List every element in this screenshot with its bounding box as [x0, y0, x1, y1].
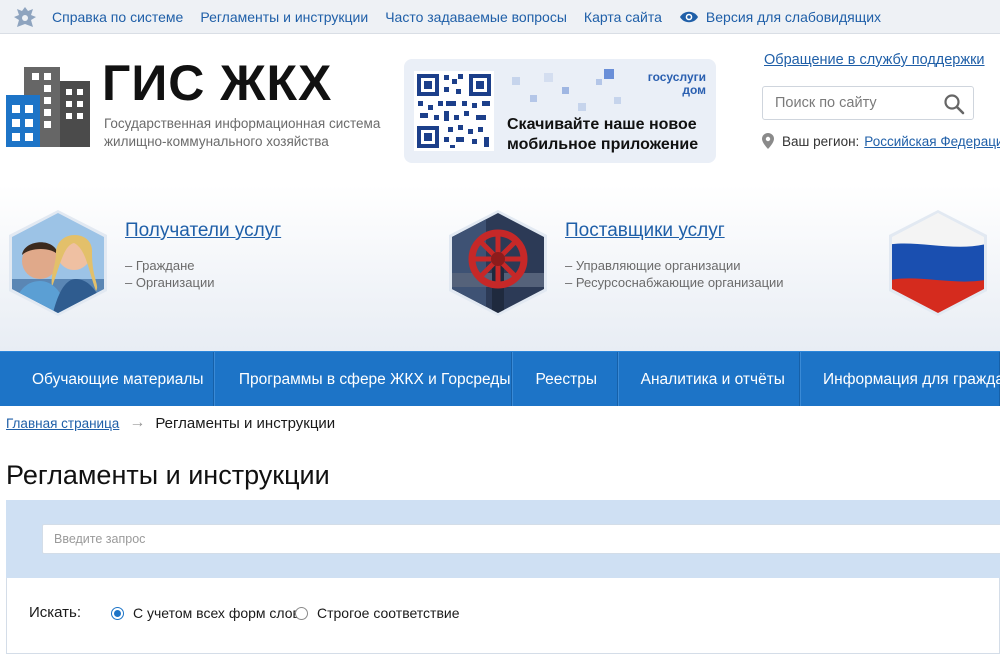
logo-subtitle: Государственная информационная система ж…: [104, 116, 381, 149]
top-link-help[interactable]: Справка по системе: [52, 9, 183, 25]
support-request-link[interactable]: Обращение в службу поддержки: [764, 52, 985, 68]
accessible-version-label: Версия для слабовидящих: [705, 9, 882, 25]
top-link-faq[interactable]: Часто задаваемые вопросы: [385, 9, 567, 25]
audience-hero: Получатели услуг – Граждане – Организаци…: [0, 185, 1000, 351]
accessible-version-link[interactable]: Версия для слабовидящих: [679, 9, 881, 25]
service-providers-list: – Управляющие организации – Ресурсоснабж…: [565, 257, 784, 291]
nav-training-materials[interactable]: Обучающие материалы: [0, 352, 214, 406]
nav-citizens-info[interactable]: Информация для граждан: [800, 352, 1000, 406]
top-link-regulations[interactable]: Регламенты и инструкции: [200, 9, 368, 25]
document-search-panel: [6, 500, 1000, 578]
site-header: ГИС ЖКХ Государственная информационная с…: [0, 35, 1000, 185]
nav-registries[interactable]: Реестры: [511, 352, 618, 406]
radio-all-word-forms[interactable]: С учетом всех форм слов: [111, 605, 300, 621]
region-selector: Ваш регион: Российская Федерация: [762, 133, 1000, 149]
top-links: Справка по системе Регламенты и инструкц…: [52, 0, 898, 34]
decorative-squares-icon: [512, 69, 621, 111]
recipients-item-organizations[interactable]: – Организации: [125, 274, 214, 291]
qr-code-icon: [414, 71, 494, 151]
query-field: [42, 524, 1000, 554]
region-link[interactable]: Российская Федерация: [864, 134, 1000, 149]
providers-item-resource[interactable]: – Ресурсоснабжающие организации: [565, 274, 784, 291]
mobile-app-promo-banner[interactable]: госуслуги дом Скачивайте наше новое моби…: [404, 59, 716, 163]
search-options-panel: Искать: С учетом всех форм слов Строгое …: [6, 578, 1000, 654]
gosuslugi-dom-brand: госуслуги дом: [647, 70, 706, 97]
radio-exact-match-label: Строгое соответствие: [317, 605, 460, 621]
top-utility-bar: Справка по системе Регламенты и инструкц…: [0, 0, 1000, 34]
breadcrumb: Главная страница → Регламенты и инструкц…: [6, 414, 335, 432]
logo-title[interactable]: ГИС ЖКХ: [102, 55, 332, 111]
radio-exact-match[interactable]: Строгое соответствие: [295, 605, 460, 621]
coat-of-arms-icon: [14, 7, 36, 27]
russian-flag-icon[interactable]: [886, 209, 990, 317]
main-navigation: Обучающие материалы Программы в сфере ЖК…: [0, 351, 1000, 406]
region-label: Ваш регион:: [782, 133, 860, 149]
service-recipients-link[interactable]: Получатели услуг: [125, 220, 281, 242]
top-link-sitemap[interactable]: Карта сайта: [584, 9, 662, 25]
service-recipients-list: – Граждане – Организации: [125, 257, 214, 291]
search-mode-label: Искать:: [29, 604, 82, 621]
promo-text: Скачивайте наше новое мобильное приложен…: [507, 116, 699, 153]
radio-exact-match-circle[interactable]: [295, 606, 308, 620]
breadcrumb-arrow-icon: →: [129, 414, 146, 431]
buildings-logo-icon[interactable]: [6, 65, 94, 147]
radio-all-word-forms-label: С учетом всех форм слов: [133, 605, 300, 621]
radio-all-word-forms-circle[interactable]: [111, 606, 124, 620]
query-input[interactable]: [43, 525, 1000, 553]
providers-item-management[interactable]: – Управляющие организации: [565, 257, 784, 274]
breadcrumb-home[interactable]: Главная страница: [6, 416, 119, 431]
nav-analytics[interactable]: Аналитика и отчёты: [617, 352, 801, 406]
service-providers-photo[interactable]: [446, 209, 550, 317]
page-title: Регламенты и инструкции: [6, 460, 330, 490]
nav-programs[interactable]: Программы в сфере ЖКХ и Горсреды: [213, 352, 512, 406]
search-icon[interactable]: [943, 93, 965, 115]
service-recipients-photo[interactable]: [6, 209, 110, 317]
site-search-input[interactable]: [763, 87, 933, 119]
location-pin-icon: [762, 133, 774, 149]
service-providers-link[interactable]: Поставщики услуг: [565, 220, 725, 242]
site-search-box: [762, 86, 974, 120]
recipients-item-citizens[interactable]: – Граждане: [125, 257, 214, 274]
breadcrumb-current: Регламенты и инструкции: [155, 414, 336, 432]
eye-icon: [679, 11, 698, 23]
